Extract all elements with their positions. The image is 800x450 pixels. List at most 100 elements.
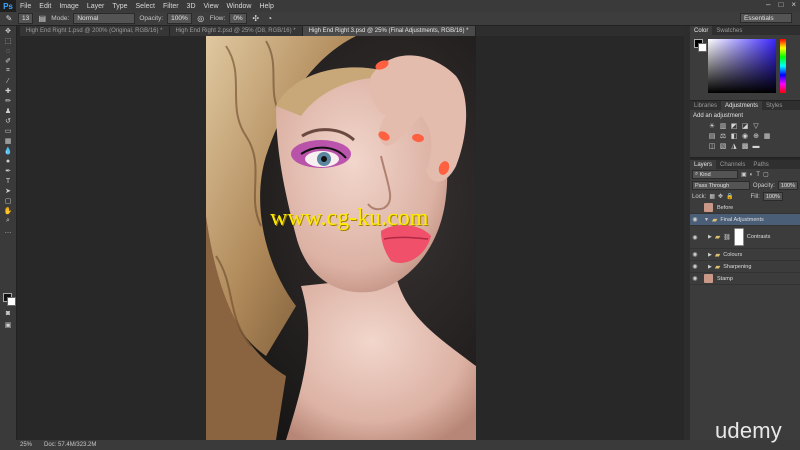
zoom-level[interactable]: 25% [20, 442, 32, 448]
hue-slider[interactable] [780, 39, 786, 93]
invert-icon[interactable]: ◫ [708, 142, 716, 150]
menu-layer[interactable]: Layer [83, 3, 109, 10]
document-size[interactable]: Doc: 57.4M/323.2M [44, 442, 96, 448]
layer-row-stamp[interactable]: ◉ Stamp [690, 273, 800, 285]
filter-pixel-icon[interactable]: ▣ [741, 171, 747, 178]
brush-tool-icon[interactable]: ✎ [4, 14, 14, 24]
crop-tool-icon[interactable]: ⌗ [0, 66, 16, 76]
eyedropper-tool-icon[interactable]: ⁄ [0, 76, 16, 86]
menu-view[interactable]: View [200, 3, 223, 10]
eye-icon[interactable]: ◉ [690, 234, 700, 241]
chevron-right-icon[interactable]: ▶ [708, 234, 712, 240]
exposure-icon[interactable]: ◪ [741, 122, 749, 130]
levels-icon[interactable]: ▥ [719, 122, 727, 130]
close-button[interactable]: × [791, 0, 796, 9]
filter-adjust-icon[interactable]: ◐ [750, 172, 754, 178]
tab-swatches[interactable]: Swatches [712, 26, 746, 35]
selective-color-icon[interactable]: ▩ [741, 142, 749, 150]
more-tools-icon[interactable]: … [0, 226, 16, 236]
maximize-button[interactable]: □ [778, 0, 783, 9]
eye-icon[interactable]: ◉ [690, 251, 700, 258]
menu-help[interactable]: Help [255, 3, 277, 10]
tab-adjustments[interactable]: Adjustments [721, 101, 763, 110]
lock-position-icon[interactable]: ✥ [718, 193, 723, 200]
airbrush-icon[interactable]: ✣ [251, 14, 261, 24]
blend-mode-select[interactable]: Pass Through [692, 181, 750, 190]
eye-icon[interactable]: ◉ [690, 275, 700, 282]
tab-libraries[interactable]: Libraries [690, 101, 721, 110]
threshold-icon[interactable]: ◮ [730, 142, 738, 150]
menu-window[interactable]: Window [223, 3, 256, 10]
workspace-select[interactable]: Essentials [740, 13, 792, 23]
photo-filter-icon[interactable]: ◉ [741, 132, 749, 140]
hue-saturation-icon[interactable]: ▤ [708, 132, 716, 140]
curves-icon[interactable]: ◩ [730, 122, 738, 130]
layer-row-colours[interactable]: ◉ ▶ ▰ Colours [690, 249, 800, 261]
color-picker-field[interactable] [708, 39, 776, 93]
tab-color[interactable]: Color [690, 26, 713, 35]
pressure-size-icon[interactable]: ◔ [265, 14, 275, 24]
chevron-down-icon[interactable]: ▼ [704, 217, 709, 223]
channel-mixer-icon[interactable]: ⊕ [752, 132, 760, 140]
quick-mask-icon[interactable]: ◙ [0, 308, 16, 318]
opacity-input[interactable]: 100% [167, 13, 192, 24]
layer-row-before[interactable]: Before [690, 202, 800, 214]
move-tool-icon[interactable]: ✥ [0, 26, 16, 36]
brush-tool-icon[interactable]: ✏ [0, 96, 16, 106]
menu-file[interactable]: File [16, 3, 35, 10]
panel-background-swatch[interactable] [698, 43, 707, 52]
color-balance-icon[interactable]: ⚖ [719, 132, 727, 140]
pen-tool-icon[interactable]: ✒ [0, 166, 16, 176]
quick-select-tool-icon[interactable]: ✐ [0, 56, 16, 66]
eye-icon[interactable]: ◉ [690, 216, 700, 223]
screen-mode-icon[interactable]: ▣ [0, 320, 16, 330]
hand-tool-icon[interactable]: ✋ [0, 206, 16, 216]
layer-opacity-input[interactable]: 100% [777, 181, 798, 190]
type-tool-icon[interactable]: T [0, 176, 16, 186]
tab-high-end-right-1[interactable]: High End Right 1.psd @ 200% (Original, R… [20, 26, 170, 36]
menu-edit[interactable]: Edit [35, 3, 55, 10]
tab-channels[interactable]: Channels [716, 160, 749, 169]
fill-input[interactable]: 100% [762, 192, 783, 201]
gradient-tool-icon[interactable]: ▦ [0, 136, 16, 146]
minimize-button[interactable]: – [766, 0, 770, 9]
tab-high-end-right-3[interactable]: High End Right 3.psd @ 25% (Final Adjust… [302, 26, 476, 36]
tab-high-end-right-2[interactable]: High End Right 2.psd @ 25% (D8, RGB/16) … [169, 26, 303, 36]
chevron-right-icon[interactable]: ▶ [708, 264, 712, 270]
lock-pixels-icon[interactable]: ▦ [709, 193, 715, 200]
flow-input[interactable]: 0% [229, 13, 247, 24]
healing-tool-icon[interactable]: ✚ [0, 86, 16, 96]
layer-row-final-adjustments[interactable]: ◉ ▼ ▰ Final Adjustments [690, 214, 800, 226]
filter-type-icon[interactable]: T [756, 172, 760, 178]
filter-shape-icon[interactable]: ▢ [763, 171, 769, 178]
zoom-tool-icon[interactable]: ⌕ [0, 216, 16, 226]
menu-3d[interactable]: 3D [183, 3, 200, 10]
dodge-tool-icon[interactable]: ● [0, 156, 16, 166]
menu-select[interactable]: Select [132, 3, 159, 10]
menu-filter[interactable]: Filter [159, 3, 183, 10]
history-brush-tool-icon[interactable]: ↺ [0, 116, 16, 126]
layer-filter-kind[interactable]: ⌕ Kind [692, 170, 738, 179]
vibrance-icon[interactable]: ▽ [752, 122, 760, 130]
tab-layers[interactable]: Layers [690, 160, 717, 169]
layer-row-sharpening[interactable]: ◉ ▶ ▰ Sharpening [690, 261, 800, 273]
document-canvas[interactable] [20, 36, 684, 440]
eye-icon[interactable]: ◉ [690, 263, 700, 270]
brush-panel-icon[interactable]: ▤ [37, 14, 47, 24]
chevron-right-icon[interactable]: ▶ [708, 252, 712, 258]
marquee-tool-icon[interactable]: ⬚ [0, 36, 16, 46]
shape-tool-icon[interactable]: ▢ [0, 196, 16, 206]
lock-all-icon[interactable]: 🔒 [726, 193, 733, 200]
brush-size-picker[interactable]: 13 [18, 13, 34, 24]
mode-select[interactable]: Normal [73, 13, 136, 24]
path-select-tool-icon[interactable]: ➤ [0, 186, 16, 196]
black-white-icon[interactable]: ◧ [730, 132, 738, 140]
tab-paths[interactable]: Paths [749, 160, 772, 169]
layer-row-contrasts[interactable]: ◉ ▶ ▰ ⛓ Contrasts [690, 226, 800, 249]
brightness-icon[interactable]: ☀ [708, 122, 716, 130]
posterize-icon[interactable]: ▧ [719, 142, 727, 150]
eraser-tool-icon[interactable]: ▭ [0, 126, 16, 136]
layer-mask-thumbnail[interactable] [733, 228, 744, 246]
background-color-swatch[interactable] [7, 297, 16, 306]
blur-tool-icon[interactable]: 💧 [0, 146, 16, 156]
